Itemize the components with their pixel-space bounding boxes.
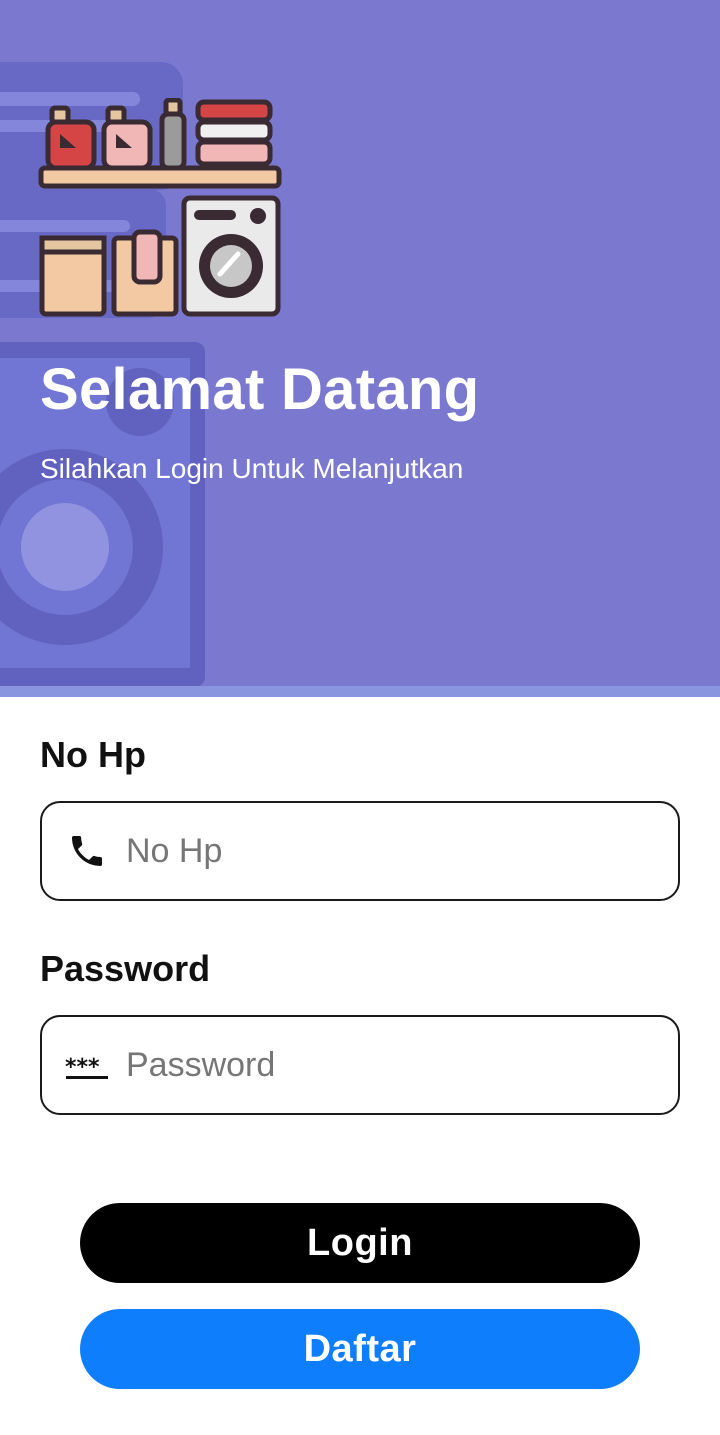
register-button[interactable]: Daftar: [80, 1309, 640, 1389]
laundry-illustration: [38, 98, 282, 317]
welcome-title: Selamat Datang: [40, 357, 480, 422]
password-input-container[interactable]: ***: [40, 1015, 680, 1115]
phone-input[interactable]: [126, 831, 646, 871]
phone-icon: [62, 826, 112, 876]
password-icon: ***: [62, 1040, 112, 1090]
hero-banner: Selamat Datang Silahkan Login Untuk Mela…: [0, 0, 720, 697]
password-input[interactable]: [126, 1045, 646, 1085]
hero-bottom-divider: [0, 686, 720, 697]
phone-input-container[interactable]: [40, 801, 680, 901]
welcome-subtitle: Silahkan Login Untuk Melanjutkan: [40, 453, 464, 484]
phone-label: No Hp: [40, 734, 146, 775]
login-button[interactable]: Login: [80, 1203, 640, 1283]
password-label: Password: [40, 948, 211, 989]
